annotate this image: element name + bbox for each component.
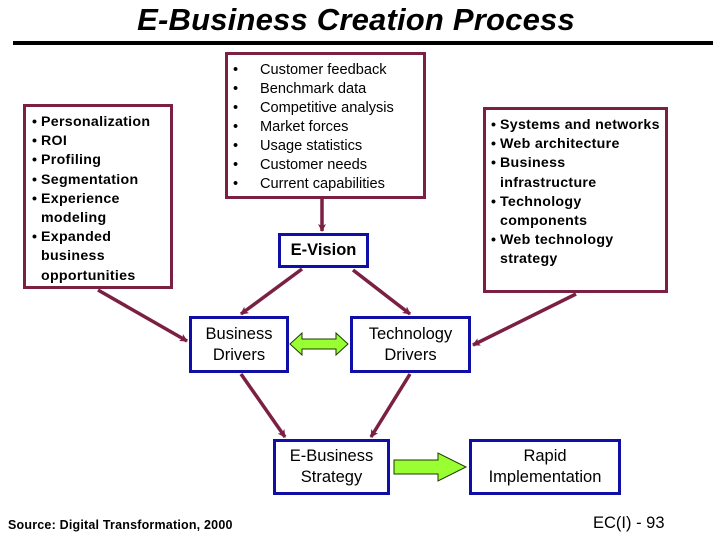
list-item: • Web technology strategy [491,232,614,268]
list-item: • Market forces [233,119,349,135]
list-item: • Customer needs [233,157,368,173]
list-item: • Competitive analysis [233,100,394,116]
list-item: • Expanded business opportunities [32,229,136,284]
bullet-icon: • [233,100,239,116]
bullet-icon: • [233,62,239,78]
block-arrow-strategy-to-rapid [393,452,468,482]
list-item: • Profiling [31,151,170,170]
arrow-left-box-to-business-drivers [97,288,188,343]
bullet-icon: • [491,117,497,133]
list-item: • Systems and networks [490,116,665,135]
bullet-icon: • [491,155,497,172]
arrow-technology-drivers-to-strategy [369,373,412,438]
node-technology-drivers: Technology Drivers [350,316,471,373]
list-item: • Web architecture [490,135,665,154]
bullet-icon: • [32,133,38,150]
customer-analytics-box: • Personalization • ROI • Profiling • Segmen… [23,104,173,289]
bullet-icon: • [233,138,239,154]
technology-box: • Systems and networks • Web architecture … [483,107,668,293]
list-item: • Technology components [491,193,588,230]
bullet-icon: • [32,229,38,246]
page-number: EC(I) - 93 [593,514,665,532]
bullet-icon: • [32,152,38,169]
bullet-icon: • [32,114,38,130]
list-item: • Experience modeling [32,190,120,227]
double-arrow-business-technology [289,331,349,357]
arrow-business-drivers-to-strategy [239,372,287,439]
bullet-icon: • [32,171,38,188]
inputs-box: • Customer feedback • Benchmark data • Comp… [225,52,426,199]
list-item: • Customer feedback [233,62,387,78]
bullet-icon: • [491,136,497,153]
list-item: • ROI [31,132,170,151]
bullet-icon: • [491,193,497,210]
list-item: • Business infrastructure [491,155,597,191]
node-e-business-strategy: E-Business Strategy [273,439,390,495]
bullet-icon: • [233,81,239,97]
source-citation: Source: Digital Transformation, 2000 [8,518,233,532]
list-item: • Segmentation [31,171,170,190]
arrow-right-box-to-technology-drivers [472,292,577,347]
bullet-icon: • [233,176,239,192]
bullet-icon: • [491,232,497,249]
node-business-drivers: Business Drivers [189,316,289,373]
arrow-evision-to-technology-drivers [351,268,412,316]
bullet-icon: • [233,119,239,135]
arrow-evision-to-business-drivers [239,267,304,316]
node-e-vision: E-Vision [278,233,369,268]
list-item: • Usage statistics [233,138,363,154]
list-item: • Benchmark data [233,81,367,97]
bullet-icon: • [32,190,38,207]
list-item: • Current capabilities [233,176,385,192]
list-item: • Personalization [31,113,170,132]
bullet-icon: • [233,157,239,173]
node-rapid-implementation: Rapid Implementation [469,439,621,495]
